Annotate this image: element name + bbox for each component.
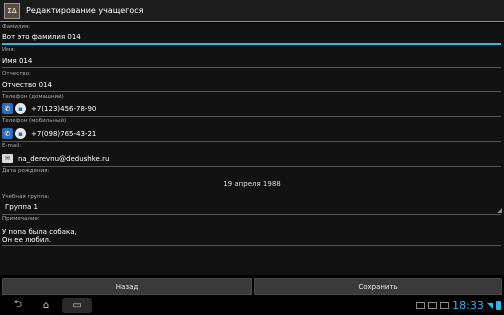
- email-input[interactable]: na_derevnu@dedushke.ru: [18, 155, 109, 163]
- status-area[interactable]: 18:33 ◥: [416, 298, 501, 313]
- app-icon[interactable]: ΣΔ: [4, 2, 20, 19]
- patronymic-underline: [2, 91, 501, 92]
- note-underline: [2, 245, 501, 246]
- clock: 18:33: [452, 299, 484, 312]
- surname-label: Фамилия:: [2, 24, 31, 30]
- name-input[interactable]: Имя 014: [2, 57, 32, 65]
- image-icon: [428, 302, 438, 309]
- notification-icon: [416, 302, 426, 309]
- battery-icon: [496, 301, 501, 310]
- student-edit-form: Фамилия: Вот это фамилия 014 Имя: Имя 01…: [0, 23, 504, 275]
- birthdate-label: Дата рождения:: [2, 168, 50, 174]
- phone-home-row: ✆ ▪ +7(123)456-78-90: [2, 103, 96, 114]
- note-line-1[interactable]: У попа была собака,: [2, 228, 77, 236]
- home-icon[interactable]: ⌂: [36, 298, 56, 313]
- phone-home-input[interactable]: +7(123)456-78-90: [31, 105, 96, 113]
- note-label: Примечание:: [2, 216, 40, 222]
- birthdate-picker[interactable]: 19 апреля 1988: [0, 180, 504, 188]
- phone-mobile-underline: [2, 141, 501, 142]
- email-row: ✉ na_derevnu@dedushke.ru: [2, 154, 109, 163]
- group-underline: [2, 214, 501, 215]
- screen-title: Редактирование учащегося: [26, 6, 144, 15]
- spinner-arrow-icon: [497, 208, 502, 213]
- action-bar: ΣΔ Редактирование учащегося: [0, 0, 504, 22]
- patronymic-label: Отчество:: [2, 71, 31, 77]
- back-arrow-icon[interactable]: ⮌: [10, 298, 26, 313]
- sms-icon[interactable]: ▪: [15, 103, 26, 114]
- wifi-icon: ◥: [486, 301, 493, 310]
- email-underline: [2, 166, 501, 167]
- group-label: Учебная группа:: [2, 194, 50, 200]
- phone-home-underline: [2, 116, 501, 117]
- patronymic-input[interactable]: Отчество 014: [2, 81, 52, 89]
- phone-mobile-row: ✆ ▪ +7(098)765-43-21: [2, 128, 96, 139]
- surname-input[interactable]: Вот это фамилия 014: [2, 33, 81, 41]
- name-label: Имя:: [2, 47, 16, 53]
- name-underline: [2, 67, 501, 68]
- keyboard-icon: [440, 302, 450, 309]
- phone-icon[interactable]: ✆: [2, 103, 13, 114]
- email-label: E-mail:: [2, 143, 22, 149]
- phone-mobile-label: Телефон (мобильный): [2, 118, 67, 124]
- mail-icon[interactable]: ✉: [2, 154, 13, 163]
- sms-icon[interactable]: ▪: [15, 128, 26, 139]
- system-navigation-bar: ⮌ ⌂ ▭ 18:33 ◥: [0, 296, 504, 315]
- phone-home-label: Телефон (домашний): [2, 94, 64, 100]
- note-line-2[interactable]: Он ее любил.: [2, 236, 51, 244]
- recent-apps-icon[interactable]: ▭: [62, 298, 92, 313]
- group-spinner[interactable]: Группа 1: [5, 203, 38, 211]
- phone-mobile-input[interactable]: +7(098)765-43-21: [31, 130, 96, 138]
- back-button[interactable]: Назад: [2, 278, 252, 295]
- save-button[interactable]: Сохранить: [254, 278, 502, 295]
- phone-icon[interactable]: ✆: [2, 128, 13, 139]
- surname-underline: [2, 43, 501, 45]
